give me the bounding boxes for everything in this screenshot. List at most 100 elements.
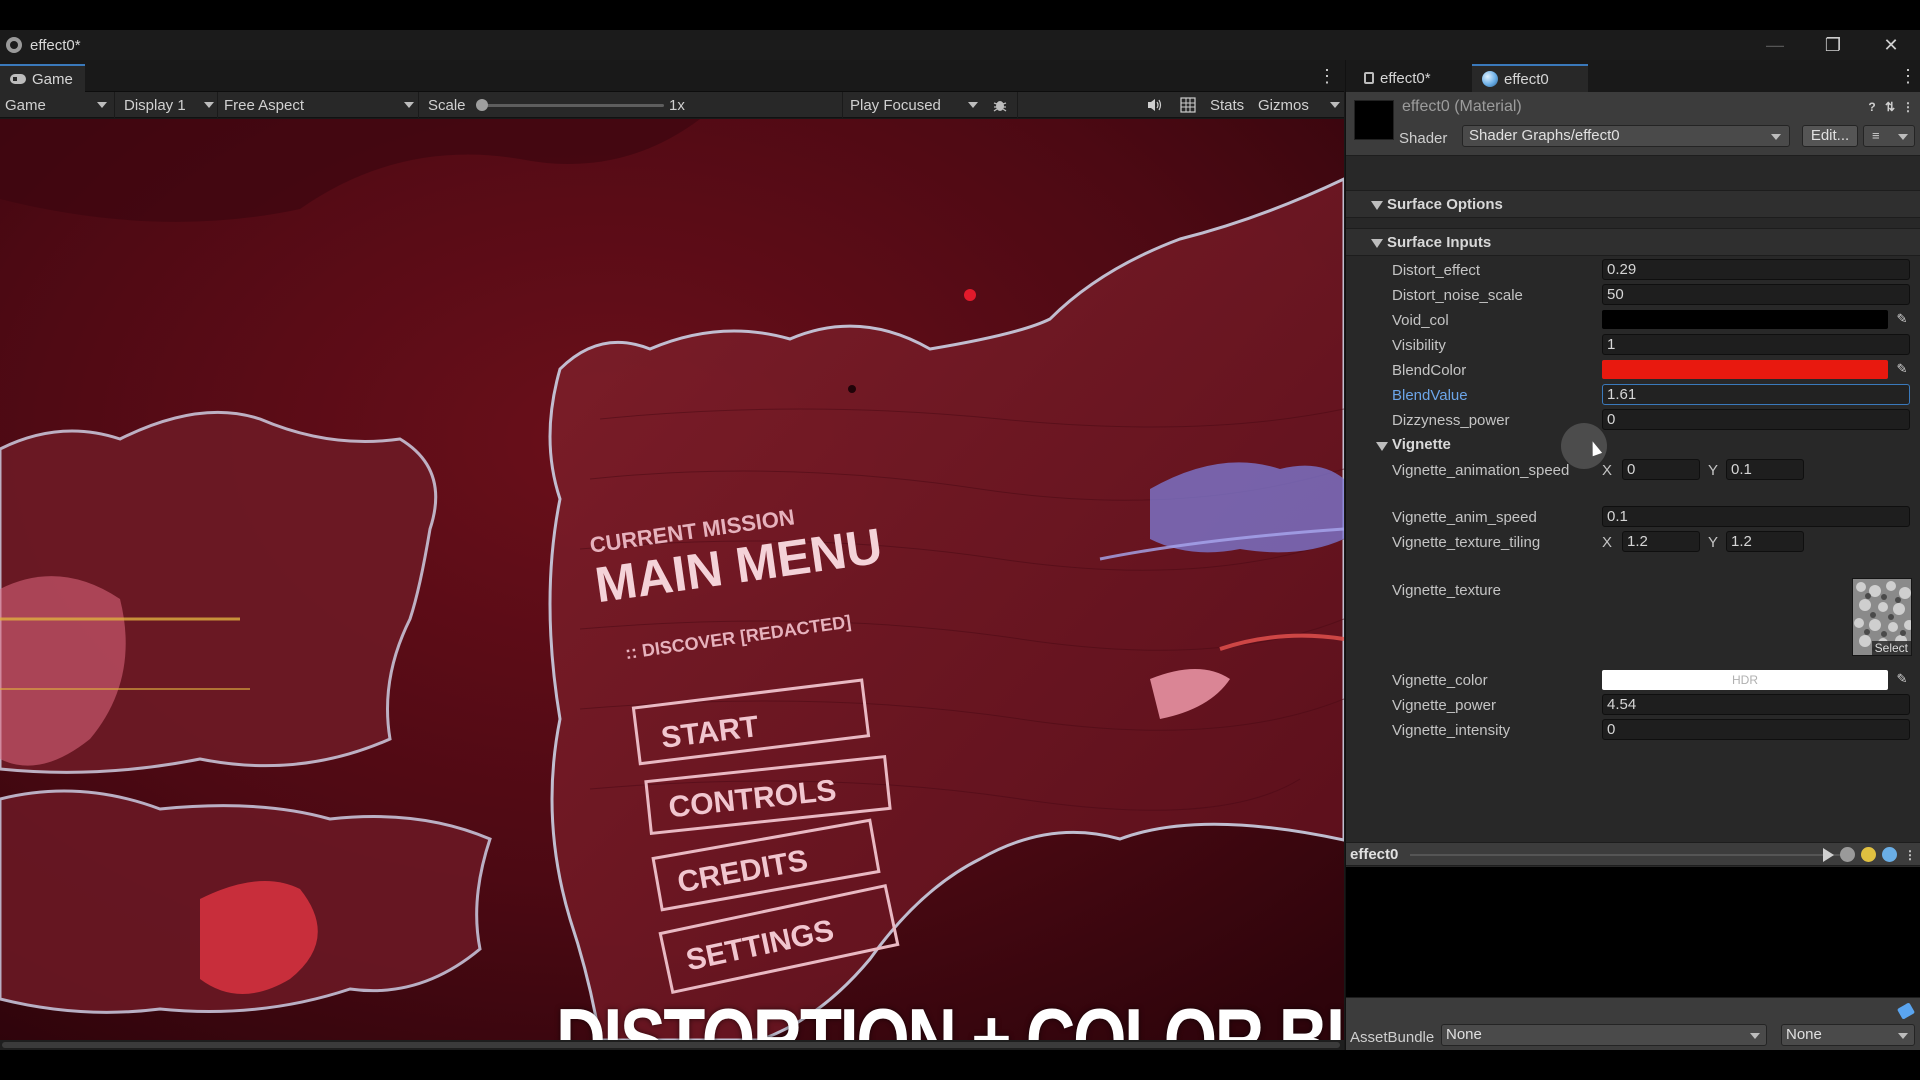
chevron-down-icon	[404, 102, 414, 108]
vignette-power-field[interactable]: 4.54	[1602, 694, 1910, 715]
chevron-down-icon	[1898, 134, 1908, 140]
section-label: Surface Options	[1387, 196, 1503, 213]
distort-effect-field[interactable]: 0.29	[1602, 259, 1910, 280]
preset-icon[interactable]: ⇅	[1883, 100, 1897, 114]
view-mode-dropdown[interactable]: Game	[5, 92, 113, 118]
eyedropper-icon[interactable]: ✎	[1894, 671, 1910, 687]
section-label: Surface Inputs	[1387, 234, 1492, 251]
vignette-anim-speed-label: Vignette_anim_speed	[1392, 509, 1537, 526]
vignette-animation-speed-y[interactable]: 0.1	[1726, 459, 1804, 480]
more-icon[interactable]: ⋮	[1901, 100, 1915, 114]
editor-window: effect0* — ❐ ✕ Game ⋮ Game Display 1 Fre…	[0, 30, 1920, 1050]
vignette-foldout-arrow-icon[interactable]	[1376, 442, 1388, 451]
dizzyness-power-field[interactable]: 0	[1602, 409, 1910, 430]
preview-resize-handle[interactable]	[1410, 854, 1850, 856]
preview-header[interactable]: effect0 ⋮	[1346, 842, 1920, 866]
stats-grid-icon[interactable]	[1178, 92, 1198, 118]
toolbar-divider	[842, 92, 843, 118]
chevron-down-icon	[1898, 1033, 1908, 1039]
gizmos-dropdown[interactable]: Gizmos	[1258, 92, 1340, 118]
assetbundle-dropdown[interactable]: None	[1441, 1024, 1767, 1046]
edit-shader-button[interactable]: Edit...	[1802, 125, 1858, 147]
tab-effect0-locked[interactable]: effect0*	[1354, 64, 1441, 92]
cursor-highlight	[1561, 423, 1607, 469]
inspector-panel: effect0* effect0 ⋮ effect0 (Material) ? …	[1345, 60, 1920, 1050]
scale-slider-track[interactable]	[484, 104, 664, 107]
chevron-down-icon	[1750, 1033, 1760, 1039]
play-mode-label: Play Focused	[850, 96, 941, 114]
vignette-color-swatch[interactable]: HDR	[1602, 670, 1888, 690]
help-icon[interactable]: ?	[1865, 100, 1879, 114]
eyedropper-icon[interactable]: ✎	[1894, 311, 1910, 327]
material-sphere-icon	[1482, 71, 1498, 87]
surface-options-foldout[interactable]: Surface Options	[1346, 190, 1920, 218]
scale-label: Scale	[428, 96, 466, 114]
play-icon[interactable]	[1823, 847, 1834, 862]
material-name: effect0 (Material)	[1402, 98, 1522, 115]
label-tag-icon[interactable]	[1896, 1002, 1916, 1020]
game-panel-menu-icon[interactable]: ⋮	[1318, 66, 1336, 86]
window-controls: — ❐ ✕	[1746, 30, 1920, 60]
bug-icon[interactable]	[990, 92, 1010, 118]
tab-effect0-material[interactable]: effect0	[1472, 64, 1588, 92]
viewport-horizontal-scrollbar[interactable]	[0, 1040, 1344, 1050]
eyedropper-icon[interactable]: ✎	[1894, 361, 1910, 377]
inspector-menu-icon[interactable]: ⋮	[1899, 66, 1917, 86]
chevron-down-icon	[968, 102, 978, 108]
scale-value: 1x	[669, 96, 685, 114]
display-dropdown[interactable]: Display 1	[124, 92, 216, 118]
scale-slider-thumb[interactable]	[476, 99, 488, 111]
close-button[interactable]: ✕	[1862, 30, 1920, 60]
restore-button[interactable]: ❐	[1804, 30, 1862, 60]
vignette-intensity-field[interactable]: 0	[1602, 719, 1910, 740]
play-mode-dropdown[interactable]: Play Focused	[850, 92, 978, 118]
vignette-texture-tiling-y[interactable]: 1.2	[1726, 531, 1804, 552]
speaker-icon[interactable]	[1146, 92, 1164, 118]
void-col-swatch[interactable]	[1602, 310, 1888, 329]
window-title: effect0*	[30, 36, 81, 54]
more-icon[interactable]: ⋮	[1903, 848, 1917, 862]
distort-effect-label: Distort_effect	[1392, 262, 1481, 279]
sphere-mesh-icon[interactable]	[1840, 847, 1855, 862]
assetbundle-bar: AssetBundle None None	[1346, 997, 1920, 1050]
material-header: effect0 (Material) ? ⇅ ⋮ Shader Shader G…	[1346, 92, 1920, 156]
vignette-animation-speed-x[interactable]: 0	[1622, 459, 1700, 480]
vignette-texture-slot[interactable]: Select	[1852, 578, 1912, 656]
assetbundle-value: None	[1446, 1026, 1482, 1043]
scrollbar-thumb[interactable]	[2, 1042, 1340, 1048]
shader-value: Shader Graphs/effect0	[1469, 127, 1620, 144]
texture-select-button[interactable]: Select	[1871, 641, 1911, 655]
surface-inputs-foldout[interactable]: Surface Inputs	[1346, 228, 1920, 256]
lock-icon	[1364, 72, 1374, 84]
stats-button[interactable]: Stats	[1210, 92, 1244, 118]
blend-value-field[interactable]: 1.61	[1602, 384, 1910, 405]
shader-dropdown[interactable]: Shader Graphs/effect0	[1462, 125, 1790, 147]
material-preview-area[interactable]	[1346, 867, 1920, 997]
inspector-tab-strip: effect0* effect0 ⋮	[1346, 60, 1920, 92]
vignette-intensity-label: Vignette_intensity	[1392, 722, 1511, 739]
distort-noise-scale-field[interactable]: 50	[1602, 284, 1910, 305]
light-icon[interactable]	[1861, 847, 1876, 862]
list-options-button[interactable]: ≡	[1863, 125, 1915, 147]
tab-game[interactable]: Game	[0, 64, 85, 92]
visibility-field[interactable]: 1	[1602, 334, 1910, 355]
aspect-dropdown[interactable]: Free Aspect	[224, 92, 416, 118]
game-panel: Game ⋮ Game Display 1 Free Aspect Scale	[0, 60, 1344, 1050]
list-icon: ≡	[1872, 128, 1880, 143]
game-viewport[interactable]: CURRENT MISSION MAIN MENU :: DISCOVER [R…	[0, 119, 1344, 1040]
toolbar-divider	[217, 92, 218, 118]
assetbundle-variant-dropdown[interactable]: None	[1781, 1024, 1915, 1046]
distort-noise-scale-label: Distort_noise_scale	[1392, 287, 1523, 304]
tab-label: effect0*	[1380, 69, 1431, 87]
preview-background-icon[interactable]	[1882, 847, 1897, 862]
vignette-anim-speed-field[interactable]: 0.1	[1602, 506, 1910, 527]
visibility-label: Visibility	[1392, 337, 1446, 354]
hdr-badge: HDR	[1732, 673, 1758, 687]
blend-color-swatch[interactable]	[1602, 360, 1888, 379]
dizzyness-power-label: Dizzyness_power	[1392, 412, 1510, 429]
chevron-down-icon	[1771, 134, 1781, 140]
vignette-header[interactable]: Vignette	[1392, 436, 1451, 453]
blend-value-label[interactable]: BlendValue	[1392, 387, 1468, 404]
minimize-button[interactable]: —	[1746, 30, 1804, 60]
vignette-texture-tiling-x[interactable]: 1.2	[1622, 531, 1700, 552]
